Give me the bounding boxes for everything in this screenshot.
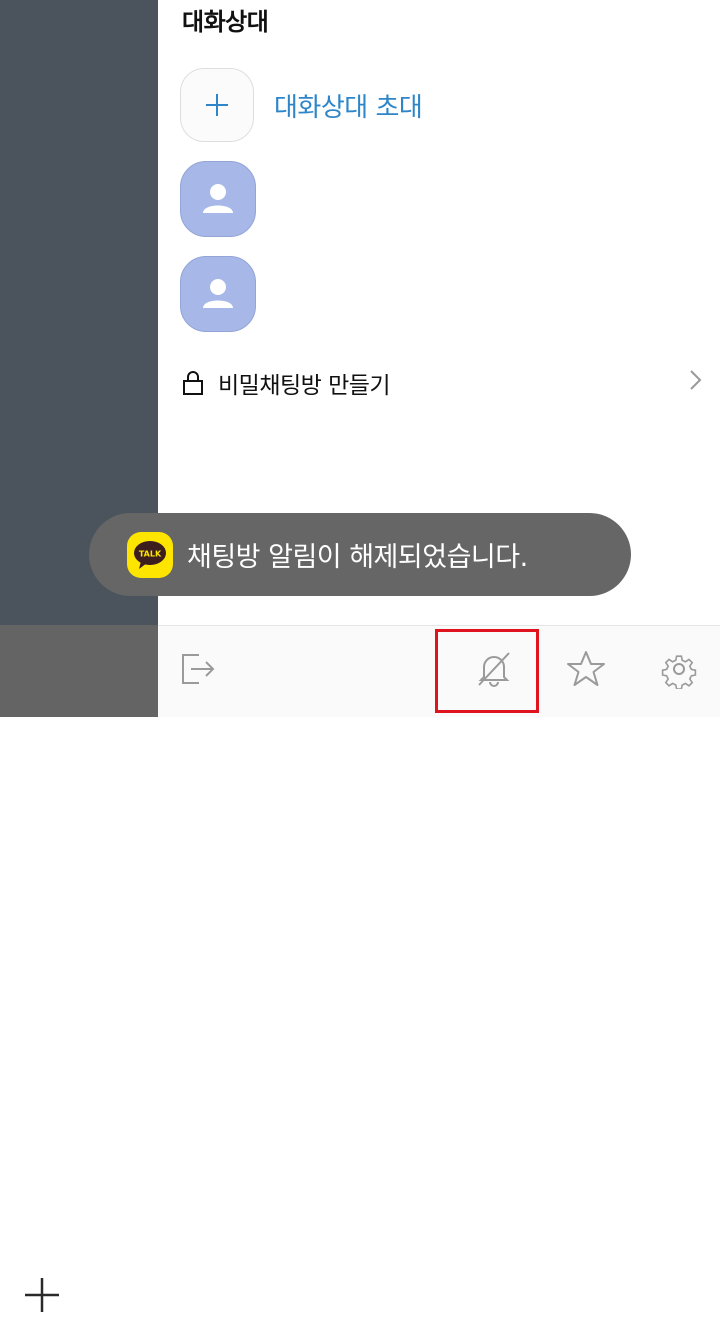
chat-input-bar <box>0 625 158 1312</box>
talk-badge-text: TALK <box>139 549 162 558</box>
notification-toggle-button[interactable] <box>469 644 519 694</box>
plus-icon <box>25 1278 59 1312</box>
invite-icon-box <box>180 68 254 142</box>
drawer-toolbar <box>158 625 720 717</box>
add-attachment-button[interactable] <box>20 1273 64 1317</box>
person-icon <box>203 184 233 213</box>
chevron-right-icon <box>690 370 702 390</box>
invite-friend-button[interactable]: 대화상대 초대 <box>180 67 580 143</box>
toast-notification: TALK 채팅방 알림이 해제되었습니다. <box>89 513 631 596</box>
gear-icon <box>661 655 697 689</box>
section-title: 대화상대 <box>182 8 269 36</box>
exit-icon <box>182 654 215 684</box>
bell-off-icon <box>478 652 510 687</box>
member-avatar[interactable] <box>180 161 256 237</box>
invite-label: 대화상대 초대 <box>274 92 423 123</box>
settings-button[interactable] <box>654 644 704 694</box>
toast-message: 채팅방 알림이 해제되었습니다. <box>187 542 528 573</box>
star-icon <box>567 651 605 686</box>
person-icon <box>203 279 233 308</box>
lock-icon <box>183 371 203 395</box>
member-avatar[interactable] <box>180 256 256 332</box>
favorite-button[interactable] <box>561 644 611 694</box>
leave-room-button[interactable] <box>172 644 222 694</box>
secret-chat-button[interactable]: 비밀채팅방 만들기 <box>182 362 704 404</box>
plus-icon <box>206 94 228 116</box>
kakaotalk-icon: TALK <box>127 531 173 578</box>
secret-chat-label: 비밀채팅방 만들기 <box>218 373 391 399</box>
